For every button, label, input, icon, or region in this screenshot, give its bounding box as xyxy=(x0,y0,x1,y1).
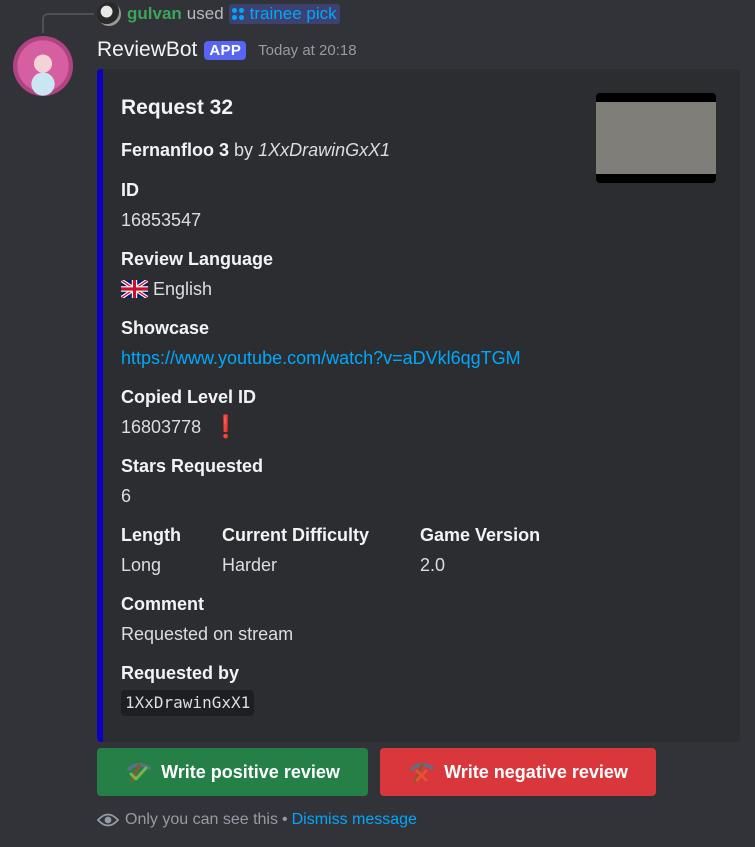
reply-spine xyxy=(42,13,94,33)
negative-label: Write negative review xyxy=(444,761,628,782)
level-creator: 1XxDrawinGxX1 xyxy=(258,140,391,160)
field-value: 16803778 ❗ xyxy=(121,416,256,438)
message-timestamp[interactable]: Today at 20:18 xyxy=(258,42,356,59)
invoker-avatar[interactable] xyxy=(97,2,121,26)
pickaxe-check-icon xyxy=(125,760,153,784)
request-embed: Request 32 Fernanfloo 3 by 1XxDrawinGxX1… xyxy=(97,69,740,742)
showcase-link[interactable]: https://www.youtube.com/watch?v=aDVkl6qg… xyxy=(121,347,521,369)
invoker-username[interactable]: gulvan xyxy=(127,4,182,24)
pickaxe-cross-icon xyxy=(408,760,436,784)
field-name: Current Difficulty xyxy=(222,525,370,545)
field-showcase: Showcase https://www.youtube.com/watch?v… xyxy=(121,317,521,369)
field-copied-level-id: Copied Level ID 16803778 ❗ xyxy=(121,386,256,438)
field-value: 1XxDrawinGxX1 xyxy=(121,690,255,716)
command-reply-header: gulvan used trainee pick xyxy=(97,2,340,26)
write-positive-review-button[interactable]: Write positive review xyxy=(97,748,368,796)
positive-label: Write positive review xyxy=(161,761,340,782)
slash-command-mention[interactable]: trainee pick xyxy=(228,4,340,24)
field-value: Long xyxy=(121,555,162,575)
field-value: 2.0 xyxy=(420,555,446,575)
field-name: ID xyxy=(121,180,139,200)
command-icon xyxy=(231,8,244,20)
field-review-language: Review Language English xyxy=(121,248,273,300)
field-value: Requested on stream xyxy=(121,624,294,644)
requester-code: 1XxDrawinGxX1 xyxy=(121,690,255,716)
field-name: Comment xyxy=(121,594,205,614)
by-word: by xyxy=(234,140,254,160)
field-value: English xyxy=(121,278,273,300)
bot-message: gulvan used trainee pick ReviewBot APP T… xyxy=(0,0,755,847)
app-badge: APP xyxy=(204,40,247,60)
field-name: Showcase xyxy=(121,318,210,338)
field-name: Stars Requested xyxy=(121,456,264,476)
field-comment: Comment Requested on stream xyxy=(121,593,293,645)
field-id: ID 16853547 xyxy=(121,179,201,231)
copied-level-id-value: 16803778 xyxy=(121,417,202,437)
language-name: English xyxy=(153,279,213,299)
dismiss-message-link[interactable]: Dismiss message xyxy=(292,811,417,829)
field-value: 16853547 xyxy=(121,210,202,230)
field-name: Length xyxy=(121,525,181,545)
field-length: Length Long xyxy=(121,524,181,576)
separator-dot: • xyxy=(281,811,288,828)
embed-title: Request 32 xyxy=(121,96,234,119)
field-stars-requested: Stars Requested 6 xyxy=(121,455,263,507)
field-value: Harder xyxy=(222,555,278,575)
ephemeral-notice: Only you can see this • Dismiss message xyxy=(97,808,417,832)
field-name: Game Version xyxy=(420,525,541,545)
bot-username[interactable]: ReviewBot xyxy=(97,38,197,62)
field-name: Review Language xyxy=(121,249,274,269)
reply-verb: used xyxy=(186,4,224,23)
bot-avatar[interactable] xyxy=(13,36,73,96)
field-name: Copied Level ID xyxy=(121,387,257,407)
embed-description: Fernanfloo 3 by 1XxDrawinGxX1 xyxy=(121,140,390,161)
field-name: Requested by xyxy=(121,663,240,683)
uk-flag-icon xyxy=(121,280,148,298)
command-name: trainee pick xyxy=(249,4,337,23)
embed-thumbnail[interactable] xyxy=(596,93,716,183)
exclamation-icon: ❗ xyxy=(212,414,240,439)
level-name: Fernanfloo 3 xyxy=(121,140,230,160)
field-current-difficulty: Current Difficulty Harder xyxy=(222,524,369,576)
write-negative-review-button[interactable]: Write negative review xyxy=(380,748,656,796)
field-game-version: Game Version 2.0 xyxy=(420,524,540,576)
eye-icon xyxy=(97,812,119,828)
field-value: 6 xyxy=(121,486,132,506)
ephemeral-text: Only you can see this xyxy=(125,811,278,828)
field-requested-by: Requested by 1XxDrawinGxX1 xyxy=(121,662,255,716)
message-header: ReviewBot APP Today at 20:18 xyxy=(97,36,357,64)
